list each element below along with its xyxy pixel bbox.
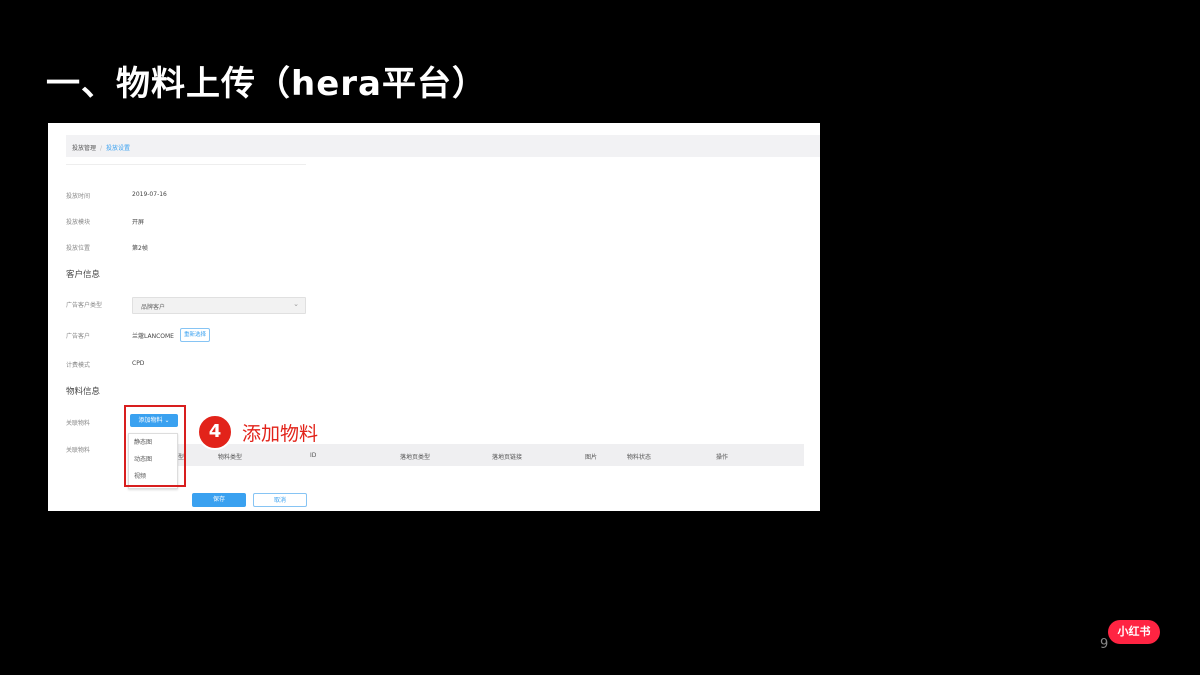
brand-logo: 小红书 [1108, 620, 1160, 644]
field-value-module: 开屏 [132, 219, 145, 226]
column-material-status: 物料状态 [627, 454, 652, 461]
customer-type-label: 广告客户类型 [66, 302, 103, 309]
billing-mode-value: CPD [132, 360, 145, 367]
field-label-position: 投放位置 [66, 245, 91, 252]
column-image: 图片 [585, 454, 598, 461]
field-label-module: 投放模块 [66, 219, 91, 226]
billing-mode-label: 计费模式 [66, 362, 91, 369]
column-landing-link: 落地页链接 [492, 454, 523, 461]
customer-type-select[interactable]: 品牌客户 ⌄ [132, 297, 306, 314]
material-section-title: 物料信息 [66, 387, 101, 397]
customer-type-value: 品牌客户 [141, 304, 166, 311]
material-list-label: 关联物料 [66, 447, 91, 454]
add-material-label: 关联物料 [66, 420, 91, 427]
cancel-button[interactable]: 取消 [253, 493, 307, 507]
field-value-time: 2019-07-16 [132, 191, 167, 198]
breadcrumb-separator: / [100, 145, 103, 152]
save-button[interactable]: 保存 [192, 493, 246, 507]
reselect-button[interactable]: 重新选择 [180, 328, 211, 342]
column-actions: 操作 [716, 454, 729, 461]
breadcrumb: 投放管理 / 投放设置 [66, 135, 820, 157]
customer-value: 兰蔻LANCOME [132, 333, 174, 340]
breadcrumb-parent[interactable]: 投放管理 [72, 145, 96, 152]
chevron-down-icon: ⌄ [293, 300, 299, 308]
page-number: 9 [1100, 637, 1109, 652]
customer-label: 广告客户 [66, 333, 91, 340]
column-id: ID [310, 452, 317, 459]
material-table-header: 型 物料类型 ID 落地页类型 落地页链接 图片 物料状态 操作 [130, 444, 804, 466]
customer-section-title: 客户信息 [66, 270, 101, 280]
slide-title: 一、物料上传（hera平台） [46, 64, 487, 104]
step-number-badge: 4 [197, 414, 233, 450]
column-material-type: 物料类型 [218, 454, 243, 461]
breadcrumb-current: 投放设置 [106, 145, 131, 152]
field-label-time: 投放时间 [66, 193, 91, 200]
highlight-box [124, 405, 186, 487]
step-annotation-text: 添加物料 [242, 423, 319, 445]
column-landing-type: 落地页类型 [400, 454, 431, 461]
divider [66, 164, 306, 165]
field-value-position: 第2帧 [132, 245, 148, 252]
